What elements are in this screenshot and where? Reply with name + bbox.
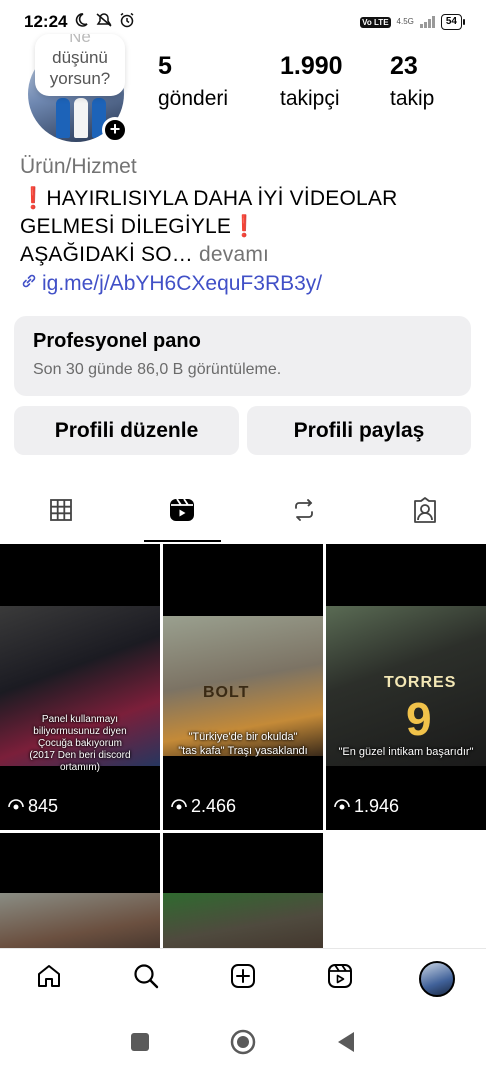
reel-jersey-text: BOLT: [203, 684, 250, 701]
reel-views-count: 1.946: [354, 796, 400, 816]
profile-avatar: [419, 960, 456, 997]
note-line-1: Ne: [69, 34, 91, 46]
moon-icon: [73, 12, 89, 33]
stat-followers-label: takipçi: [280, 87, 340, 110]
home-icon: [35, 962, 63, 995]
reel-jersey-number: 9: [406, 693, 432, 745]
tagged-icon: [411, 496, 439, 529]
reel-caption: "En güzel intikam başarıdır": [338, 746, 474, 758]
exclamation-icon: ❗: [231, 215, 258, 238]
play-count-icon: [334, 796, 350, 817]
tab-tagged[interactable]: [365, 486, 486, 538]
bio-more-link[interactable]: devamı: [199, 243, 269, 266]
stat-following[interactable]: 23 takip: [390, 52, 470, 111]
stat-followers-value: 1.990: [280, 52, 343, 80]
bio-line-3: AŞAĞIDAKİ SO…: [20, 243, 193, 266]
alarm-icon: [119, 12, 135, 33]
tab-posts[interactable]: [0, 486, 122, 538]
nav-search[interactable]: [121, 954, 171, 1004]
reels-icon: [168, 496, 196, 529]
reel-thumbnail[interactable]: BOLT "Türkiye'de bir okulda" "tas kafa" …: [163, 544, 323, 830]
play-count-icon: [8, 796, 24, 817]
profile-tabs: [0, 486, 486, 544]
reel-thumbnail[interactable]: [0, 833, 160, 948]
reel-jersey-text: TORRES: [384, 674, 457, 691]
network-type: 4.5G: [396, 17, 414, 26]
recents-icon[interactable]: [130, 1032, 150, 1057]
profile-link-text: ig.me/j/AbYH6CXequF3RB3y/: [42, 272, 323, 295]
repost-icon: [291, 497, 317, 528]
note-bubble[interactable]: Ne düşünü yorsun?: [35, 34, 125, 96]
status-time: 12:24: [24, 12, 68, 31]
edit-profile-button[interactable]: Profili düzenle: [14, 406, 239, 455]
reel-thumbnail[interactable]: Panel kullanmayı biliyormusunuz diyen Ço…: [0, 544, 160, 830]
link-icon: [20, 272, 38, 296]
nav-profile[interactable]: [412, 954, 462, 1004]
reel-caption: "Türkiye'de bir okulda" "tas kafa" Traşı…: [178, 731, 308, 757]
home-circle-icon[interactable]: [230, 1029, 256, 1060]
professional-dashboard[interactable]: Profesyonel pano Son 30 günde 86,0 B gör…: [14, 316, 471, 396]
reel-views: 1.946: [334, 796, 399, 817]
exclamation-icon: ❗: [20, 187, 47, 210]
note-line-3: yorsun?: [49, 69, 111, 88]
tab-reposts[interactable]: [243, 486, 365, 538]
reel-views-count: 845: [28, 796, 59, 816]
nav-create[interactable]: [218, 954, 268, 1004]
reels-icon: [326, 962, 354, 995]
back-icon[interactable]: [336, 1031, 356, 1058]
stat-following-value: 23: [390, 52, 418, 80]
stat-following-label: takip: [390, 87, 435, 110]
bottom-nav: [0, 948, 486, 1008]
system-navigation: [0, 1008, 486, 1080]
reel-views: 845: [8, 796, 58, 817]
note-line-2: düşünü: [52, 48, 108, 67]
stat-posts-label: gönderi: [158, 87, 229, 110]
add-story-icon[interactable]: +: [102, 117, 128, 143]
profile-category: Ürün/Hizmet: [20, 155, 137, 178]
profile-bio[interactable]: ❗HAYIRLISIYLA DAHA İYİ VİDEOLAR GELMESİ …: [20, 185, 470, 269]
profile-link[interactable]: ig.me/j/AbYH6CXequF3RB3y/: [20, 272, 322, 296]
play-count-icon: [171, 796, 187, 817]
grid-icon: [49, 498, 73, 527]
reel-views-count: 2.466: [191, 796, 237, 816]
reel-caption: Panel kullanmayı biliyormusunuz diyen Ço…: [29, 714, 131, 773]
tab-reels[interactable]: [122, 486, 244, 542]
signal-icon: [419, 16, 435, 28]
bio-line-1: HAYIRLISIYLA DAHA İYİ VİDEOLAR: [46, 187, 398, 210]
search-icon: [132, 962, 160, 995]
reels-grid: Panel kullanmayı biliyormusunuz diyen Ço…: [0, 544, 486, 948]
nav-reels[interactable]: [315, 954, 365, 1004]
stat-posts-value: 5: [158, 52, 172, 80]
mute-icon: [95, 12, 113, 33]
reel-thumbnail[interactable]: TORRES 9 "En güzel intikam başarıdır" 1.…: [326, 544, 486, 830]
bio-line-2: GELMESİ DİLEGİYLE: [20, 215, 232, 238]
profile-stats: 5 gönderi 1.990 takipçi 23 takip: [158, 52, 470, 111]
create-icon: [229, 962, 257, 995]
battery-icon: 54: [440, 14, 466, 30]
share-profile-button[interactable]: Profili paylaş: [247, 406, 471, 455]
reel-thumbnail[interactable]: [163, 833, 323, 948]
stat-posts[interactable]: 5 gönderi: [158, 52, 280, 111]
dashboard-title: Profesyonel pano: [33, 330, 201, 352]
dashboard-subtitle: Son 30 günde 86,0 B görüntüleme.: [33, 361, 282, 378]
reel-views: 2.466: [171, 796, 236, 817]
stat-followers[interactable]: 1.990 takipçi: [280, 52, 390, 111]
volte-icon: Vo LTE: [360, 16, 391, 28]
nav-home[interactable]: [24, 954, 74, 1004]
